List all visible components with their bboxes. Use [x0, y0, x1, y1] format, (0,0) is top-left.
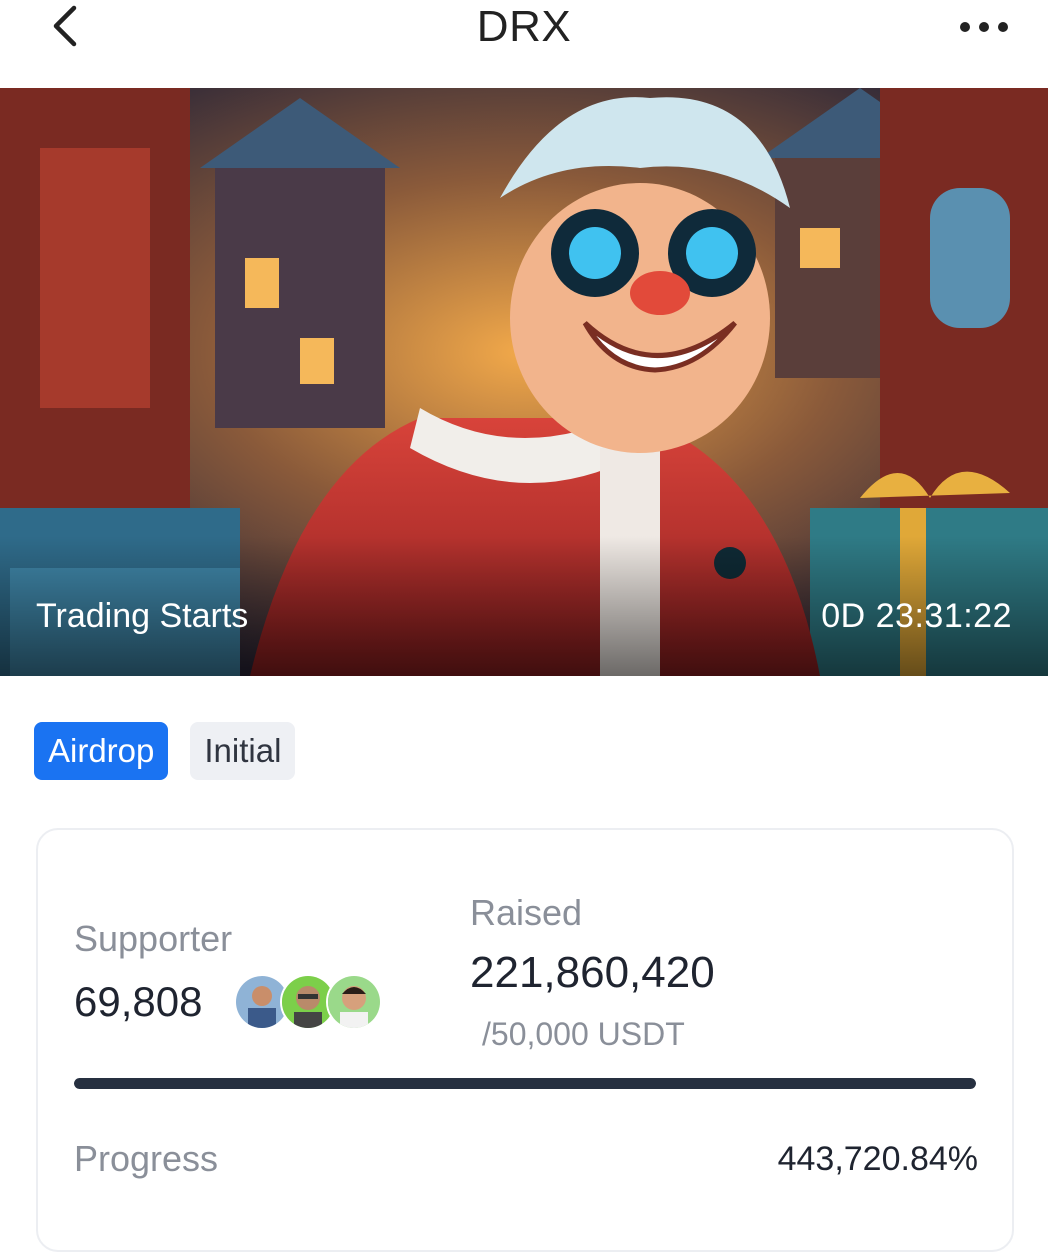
project-banner: Trading Starts 0D 23:31:22 — [0, 88, 1048, 676]
raised-amount: 221,860,420 — [470, 948, 715, 997]
progress-value: 443,720.84% — [777, 1140, 978, 1178]
top-bar: DRX — [0, 0, 1048, 88]
trading-status-label: Trading Starts — [36, 597, 249, 635]
supporter-count: 69,808 — [74, 978, 203, 1025]
countdown-timer: 0D 23:31:22 — [821, 597, 1012, 635]
supporter-label: Supporter — [74, 918, 233, 959]
avatar — [326, 974, 382, 1030]
progress-label: Progress — [74, 1138, 219, 1179]
raised-target: /50,000 USDT — [482, 1016, 685, 1052]
tab-bar: Airdrop Initial — [34, 722, 296, 782]
progress-bar — [74, 1078, 976, 1089]
progress-bar-fill — [74, 1078, 976, 1089]
tab-initial[interactable]: Initial — [190, 722, 296, 780]
raised-label: Raised — [470, 892, 583, 933]
tab-airdrop[interactable]: Airdrop — [34, 722, 169, 780]
stats-card: Supporter 69,808 Raised 221,860,420 /50,… — [36, 828, 1014, 1252]
page-title: DRX — [476, 2, 572, 51]
more-horizontal-icon — [960, 22, 1008, 32]
more-options-button[interactable] — [956, 12, 1012, 42]
